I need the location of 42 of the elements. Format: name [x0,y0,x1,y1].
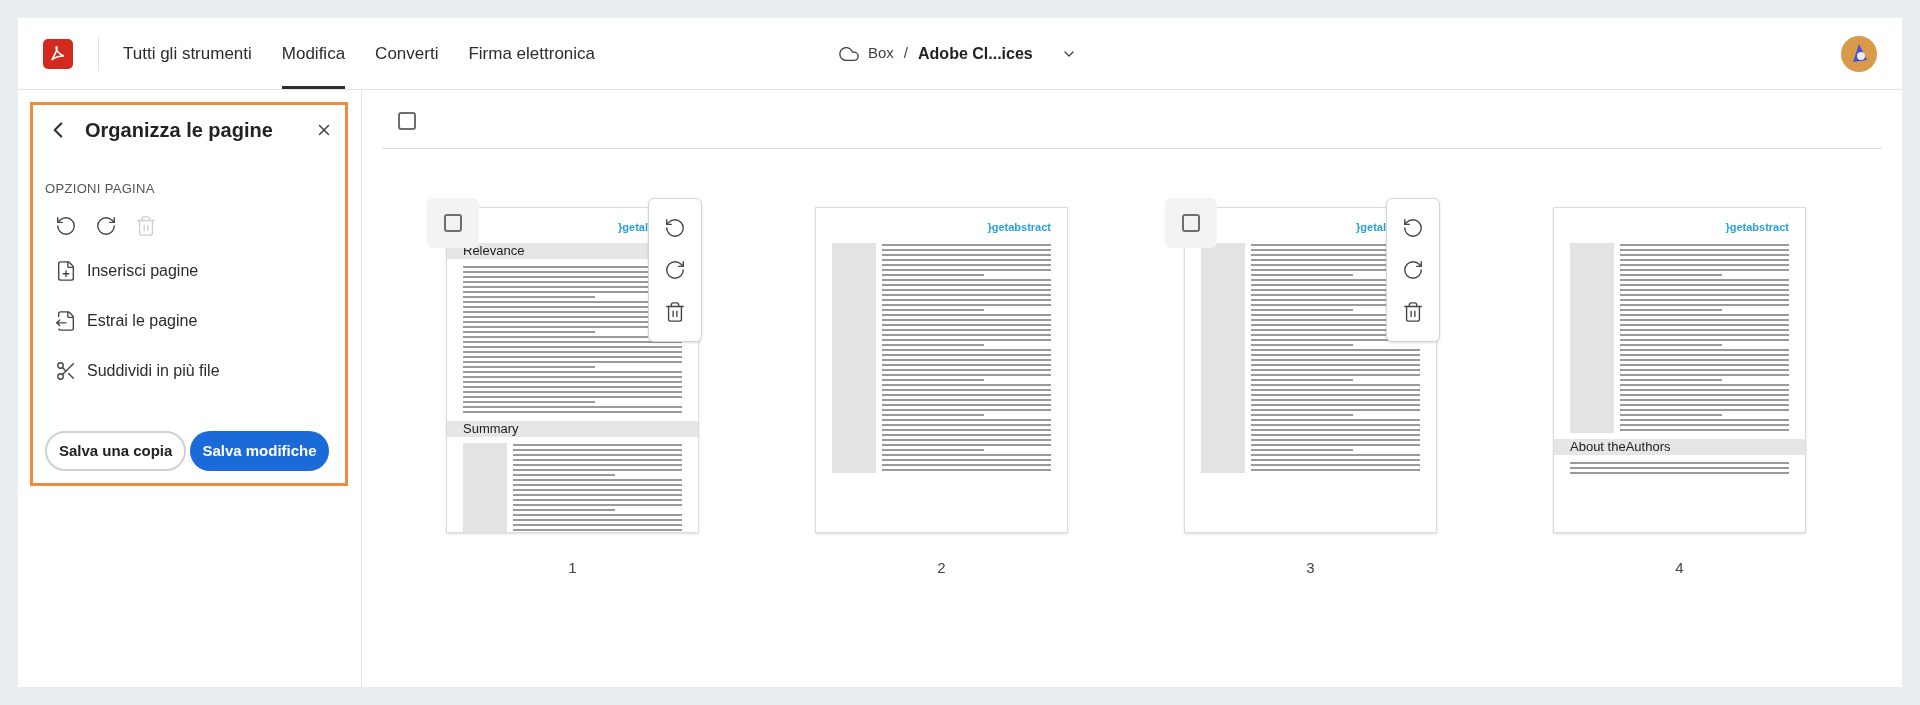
select-all-checkbox[interactable] [398,112,416,130]
page-number: 4 [1675,558,1684,578]
save-button[interactable]: Salva modifiche [190,431,329,471]
nav-tab[interactable]: Modifica [281,18,346,89]
rotate-left-icon[interactable] [664,217,686,239]
logo-text: }getal [618,222,648,233]
extract-icon [55,309,77,332]
page-thumbnail[interactable]: }getal Relevance Summary [446,207,699,533]
page-number: 2 [937,558,946,578]
nav-tab[interactable]: Converti [375,18,439,89]
nav-tab[interactable]: Tutti gli strumenti [123,18,252,89]
split-icon [55,359,77,382]
panel-title: Organizza le pagine [85,118,273,143]
page-number: 3 [1306,558,1315,578]
rotate-right-icon[interactable] [664,259,686,281]
rotate-right-icon[interactable] [1402,259,1424,281]
section-heading: Summary [447,421,698,437]
logo-text: }getabstract [987,222,1051,233]
page-checkbox[interactable] [1182,214,1200,232]
rotate-left-icon[interactable] [1402,217,1424,239]
page-checkbox[interactable] [444,214,462,232]
panel-menu-item[interactable]: Suddividi in più file [55,358,333,383]
section-label: OPZIONI PAGINA [45,180,156,198]
page-number: 1 [568,558,577,578]
path-separator: / [903,43,909,64]
logo-text: }getabstract [1725,222,1789,233]
section-heading: About theAuthors [1554,439,1805,455]
rotate-left-icon[interactable] [55,214,77,237]
delete-icon[interactable] [664,301,686,323]
panel-menu-item[interactable]: Inserisci pagine [55,258,333,283]
app-logo-icon[interactable] [43,38,73,69]
save-copy-button[interactable]: Salva una copia [45,431,187,471]
panel-menu-item[interactable]: Estrai le pagine [55,308,333,333]
delete-icon[interactable] [1402,301,1424,323]
rotate-right-icon[interactable] [95,214,117,237]
avatar-icon[interactable] [1841,35,1877,72]
nav-tab[interactable]: Firma elettronica [468,18,596,89]
storage-service[interactable]: Box [868,42,894,65]
page-thumbnail[interactable]: }getabstract About theAuthors [1553,207,1806,533]
file-name: Adobe Cl...ices [918,43,1033,64]
insert-icon [55,259,77,282]
logo-text: }getal [1356,222,1386,233]
